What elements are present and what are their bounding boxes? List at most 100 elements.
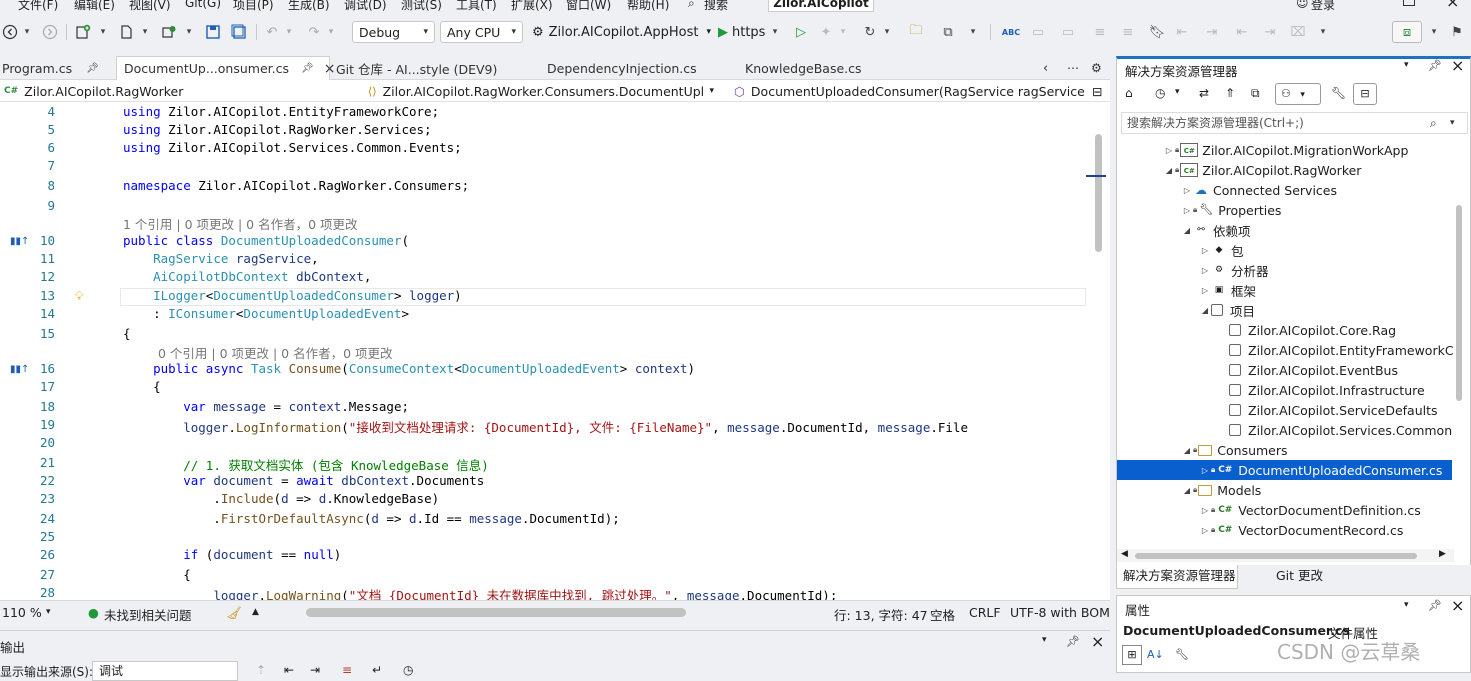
configuration-select[interactable]: Debug ▾ <box>352 21 435 43</box>
hot-reload-icon[interactable]: ✦ <box>818 21 834 43</box>
find-message-icon[interactable]: ⇡ <box>256 663 266 677</box>
split-editor-icon[interactable]: ⊟ <box>1092 81 1106 101</box>
tab-solution-explorer[interactable]: 解决方案资源管理器 <box>1116 565 1238 589</box>
chevron-up-icon[interactable]: ▲ <box>252 607 259 617</box>
copilot-dropdown-icon[interactable]: ▾ <box>1428 21 1440 43</box>
browser-link-icon[interactable]: ⧉ <box>938 21 958 43</box>
feedback-icon[interactable]: ⚑ <box>1450 21 1464 43</box>
code-line[interactable]: var document = await dbContext.Documents <box>123 473 484 488</box>
next-message-icon[interactable]: ⇥ <box>310 663 320 677</box>
menu-search[interactable]: 搜索 <box>704 0 728 12</box>
project-nav-dropdown[interactable]: C# Zilor.AICopilot.RagWorker <box>4 81 354 101</box>
code-line[interactable]: { <box>123 326 131 341</box>
new-project-dropdown-icon[interactable]: ▾ <box>98 21 108 43</box>
pin-icon[interactable]: 📌︎ <box>301 63 314 74</box>
word-wrap-icon[interactable]: ↵ <box>372 663 382 677</box>
editor-vertical-scrollbar[interactable] <box>1086 102 1110 600</box>
scroll-left-icon[interactable]: ◀ <box>1121 549 1128 559</box>
comment-icon[interactable]: ▭ <box>1030 21 1046 43</box>
code-lens-method[interactable]: 0 个引用 | 0 项更改 | 0 名作者，0 项更改 <box>158 343 393 362</box>
expand-icon[interactable]: ▷ <box>1181 206 1193 215</box>
alphabetical-icon[interactable]: A↓ <box>1147 648 1164 661</box>
line-ending[interactable]: CRLF <box>969 605 1001 620</box>
startup-project-select[interactable]: ⚙ Zilor.AICopilot.AppHost ▾ <box>532 21 712 43</box>
refresh-icon[interactable]: ↻ <box>862 21 878 43</box>
tree-item[interactable]: ▷ ◆ 包 <box>1117 240 1454 260</box>
tab-dependency-injection[interactable]: DependencyInjection.cs <box>547 56 717 80</box>
tab-git-changes[interactable]: Git 更改 <box>1276 565 1323 589</box>
tree-item[interactable]: ◢ 🔒︎ C# Zilor.AICopilot.RagWorker <box>1117 160 1454 180</box>
outdent-icon[interactable]: ≡ <box>1092 21 1108 43</box>
undo-dropdown-icon[interactable]: ▾ <box>284 21 294 43</box>
prev-bookmark-icon[interactable]: ⇤ <box>1174 21 1190 43</box>
tree-item[interactable]: Zilor.AICopilot.EntityFrameworkC <box>1117 340 1454 360</box>
tree-item[interactable]: ▷ 🔒︎ 🔧︎ Properties <box>1117 200 1454 220</box>
pin-icon[interactable]: 📌︎ <box>1428 599 1442 612</box>
expand-icon[interactable]: ▷ <box>1199 526 1211 535</box>
code-line[interactable]: .FirstOrDefaultAsync(d => d.Id == messag… <box>123 511 619 526</box>
tree-item[interactable]: ▷ 🔒︎ C# VectorDocumentRecord.cs <box>1117 520 1454 540</box>
tree-item[interactable]: ◢ ⚯ 依赖项 <box>1117 220 1454 240</box>
expand-icon[interactable]: ▷ <box>1199 506 1211 515</box>
redo-icon[interactable]: ↷ <box>306 21 322 43</box>
whitespace-mode[interactable]: 空格 <box>930 605 955 624</box>
code-line[interactable]: var message = context.Message; <box>123 399 409 414</box>
redo-dropdown-icon[interactable]: ▾ <box>326 21 336 43</box>
restore-window-icon[interactable] <box>1403 0 1415 6</box>
menu-project[interactable]: 项目(P) <box>233 0 274 12</box>
code-line[interactable]: if (document == null) <box>123 547 341 562</box>
code-cleanup-icon[interactable]: 🧹︎ <box>226 605 242 621</box>
code-line[interactable]: logger.LogWarning("文档 {DocumentId} 未在数据库… <box>123 585 837 600</box>
horizontal-thumb[interactable] <box>1135 553 1417 559</box>
tab-git-repository[interactable]: Git 仓库 - AI...style (DEV9) <box>336 56 526 80</box>
menu-edit[interactable]: 编辑(E) <box>74 0 115 12</box>
output-source-select[interactable]: 调试 <box>92 661 238 681</box>
menu-debug[interactable]: 调试(D) <box>344 0 387 12</box>
new-project-icon[interactable] <box>74 21 92 43</box>
pin-icon[interactable]: 📌︎ <box>1066 635 1080 648</box>
history-icon[interactable]: ◷ <box>1155 86 1165 100</box>
lightbulb-icon[interactable]: 💡︎ <box>75 289 83 304</box>
expand-icon[interactable]: ▷ <box>1181 186 1193 195</box>
tree-horizontal-scrollbar[interactable]: ◀ ▶ <box>1117 549 1454 562</box>
platform-select[interactable]: Any CPU ▾ <box>440 21 523 43</box>
expand-icon[interactable]: ▷ <box>1163 146 1175 155</box>
zoom-level[interactable]: 110 % <box>2 605 42 620</box>
code-line[interactable]: { <box>123 567 191 582</box>
menu-test[interactable]: 测试(S) <box>401 0 442 12</box>
add-item-dropdown-icon[interactable]: ▾ <box>184 21 194 43</box>
collapse-icon[interactable]: ◢ <box>1163 166 1175 175</box>
close-output-icon[interactable]: × <box>1091 632 1104 651</box>
collapse-icon[interactable]: ◢ <box>1199 306 1211 315</box>
collapse-icon[interactable]: ◢ <box>1181 486 1193 495</box>
close-panel-icon[interactable]: × <box>1451 596 1464 615</box>
tab-knowledge-base[interactable]: KnowledgeBase.cs <box>745 56 885 80</box>
prev-message-icon[interactable]: ⇤ <box>284 663 294 677</box>
scroll-tabs-left-icon[interactable]: ‹ <box>1043 56 1048 80</box>
code-line[interactable]: ILogger<DocumentUploadedConsumer> logger… <box>123 288 462 303</box>
code-line[interactable]: using Zilor.AICopilot.Services.Common.Ev… <box>123 140 462 155</box>
clear-bookmarks-icon[interactable]: ⌧ <box>1290 21 1306 43</box>
expand-icon[interactable]: ▷ <box>1199 466 1211 475</box>
pin-icon[interactable]: 📌︎ <box>86 63 99 74</box>
indent-icon[interactable]: ≡ <box>1120 21 1136 43</box>
home-icon[interactable]: ⌂ <box>1125 86 1133 100</box>
forward-icon[interactable] <box>42 21 58 43</box>
tab-settings-icon[interactable]: ⚙ <box>1091 56 1102 80</box>
code-line[interactable]: logger.LogInformation("接收到文档处理请求: {Docum… <box>123 417 968 436</box>
panel-menu-dropdown-icon[interactable]: ▾ <box>1404 60 1409 70</box>
output-menu-dropdown-icon[interactable]: ▾ <box>1042 635 1047 645</box>
toolbar-overflow-icon[interactable]: ▾ <box>966 21 980 43</box>
tree-item[interactable]: Zilor.AICopilot.Core.Rag <box>1117 320 1454 340</box>
tree-item[interactable]: ◢ 🔒︎ Consumers <box>1117 440 1454 460</box>
tree-item[interactable]: Zilor.AICopilot.ServiceDefaults <box>1117 400 1454 420</box>
tree-item[interactable]: ▷ ▣ 框架 <box>1117 280 1454 300</box>
code-line[interactable]: public async Task Consume(ConsumeContext… <box>123 361 695 376</box>
pin-icon[interactable]: 📌︎ <box>1428 59 1442 72</box>
scrollbar-thumb[interactable] <box>1095 134 1102 252</box>
menu-window[interactable]: 窗口(W) <box>566 0 611 12</box>
tree-item[interactable]: Zilor.AICopilot.EventBus <box>1117 360 1454 380</box>
tree-item[interactable]: ◢ 项目 <box>1117 300 1454 320</box>
undo-icon[interactable]: ↶ <box>264 21 280 43</box>
code-line[interactable]: public class DocumentUploadedConsumer( <box>123 233 409 248</box>
